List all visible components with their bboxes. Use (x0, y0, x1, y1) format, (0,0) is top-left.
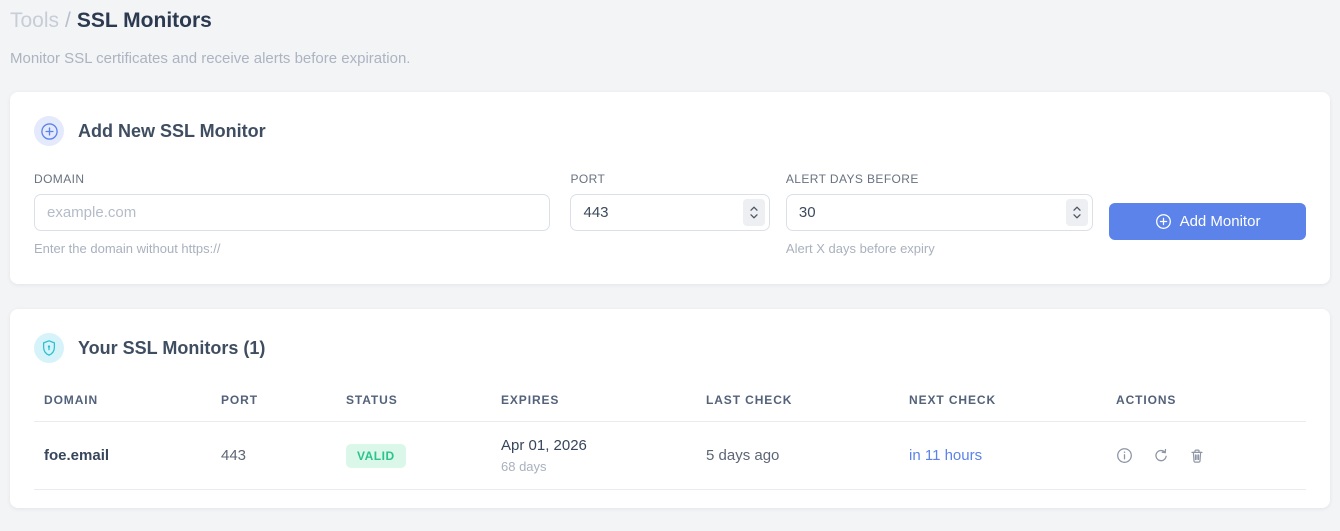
port-field-group: PORT (570, 172, 770, 231)
header-status: STATUS (336, 389, 491, 422)
page-subtitle: Monitor SSL certificates and receive ale… (10, 50, 411, 67)
add-monitor-card: Add New SSL Monitor DOMAIN Enter the dom… (10, 92, 1330, 284)
breadcrumb-separator: / (65, 9, 71, 32)
add-monitor-button[interactable]: Add Monitor (1109, 203, 1306, 240)
ssl-monitors-page: Tools / SSL Monitors Monitor SSL certifica… (0, 0, 1340, 508)
monitors-list-card: Your SSL Monitors (1) DOMAIN PORT STATUS… (10, 309, 1330, 508)
monitor-status-cell: VALID (336, 421, 491, 490)
info-icon (1117, 448, 1132, 464)
table-header-row: DOMAIN PORT STATUS EXPIRES LAST CHECK NE… (34, 389, 1306, 422)
table-row: foe.email 443 VALID Apr 01, 2026 68 days… (34, 421, 1306, 490)
alert-days-helper-text: Alert X days before expiry (785, 241, 935, 256)
port-label: PORT (570, 172, 606, 186)
monitor-actions-cell (1106, 421, 1306, 490)
plus-circle-icon (34, 116, 64, 146)
info-button[interactable] (1116, 447, 1133, 464)
header-last-check: LAST CHECK (696, 389, 899, 422)
monitor-next-check: in 11 hours (899, 421, 1106, 490)
monitor-last-check: 5 days ago (696, 421, 899, 490)
port-input[interactable] (570, 194, 770, 231)
add-monitor-card-header: Add New SSL Monitor (34, 116, 1306, 146)
monitors-card-header: Your SSL Monitors (1) (34, 333, 1306, 363)
stepper-arrows-icon (1073, 206, 1081, 219)
monitor-port: 443 (211, 421, 336, 490)
refresh-icon (1155, 448, 1167, 462)
expires-date: Apr 01, 2026 (501, 437, 587, 454)
domain-input[interactable] (34, 194, 551, 231)
monitors-table: DOMAIN PORT STATUS EXPIRES LAST CHECK NE… (34, 389, 1306, 490)
monitor-expires-cell: Apr 01, 2026 68 days (491, 421, 696, 490)
add-monitor-button-label: Add Monitor (1179, 213, 1261, 230)
status-badge: VALID (346, 443, 406, 468)
domain-helper-text: Enter the domain without https:// (34, 241, 221, 256)
expires-days-remaining: 68 days (501, 459, 547, 474)
header-port: PORT (211, 389, 336, 422)
stepper-arrows-icon (750, 206, 758, 219)
add-monitor-card-title: Add New SSL Monitor (78, 120, 266, 141)
header-expires: EXPIRES (491, 389, 696, 422)
delete-button[interactable] (1189, 448, 1205, 464)
shield-lock-icon (34, 333, 64, 363)
add-monitor-form: DOMAIN Enter the domain without https://… (34, 172, 1306, 256)
plus-circle-icon (1155, 214, 1171, 229)
domain-label: DOMAIN (34, 172, 85, 186)
alert-days-stepper[interactable] (1066, 199, 1088, 226)
monitor-domain: foe.email (34, 421, 211, 490)
trash-icon (1191, 449, 1203, 463)
refresh-button[interactable] (1153, 448, 1169, 464)
alert-days-field-group: ALERT DAYS BEFORE Alert X days before ex… (785, 172, 1093, 256)
alert-days-input[interactable] (785, 194, 1093, 231)
page-title: SSL Monitors (76, 9, 212, 32)
breadcrumb-tools-link[interactable]: Tools (10, 9, 59, 32)
domain-field-group: DOMAIN Enter the domain without https:// (34, 172, 551, 256)
header-next-check: NEXT CHECK (899, 389, 1106, 422)
header-domain: DOMAIN (34, 389, 211, 422)
port-stepper[interactable] (742, 199, 765, 226)
monitors-card-title: Your SSL Monitors (1) (78, 337, 266, 358)
alert-days-label: ALERT DAYS BEFORE (785, 172, 919, 186)
header-actions: ACTIONS (1106, 389, 1306, 422)
breadcrumb: Tools / SSL Monitors (10, 6, 1330, 36)
